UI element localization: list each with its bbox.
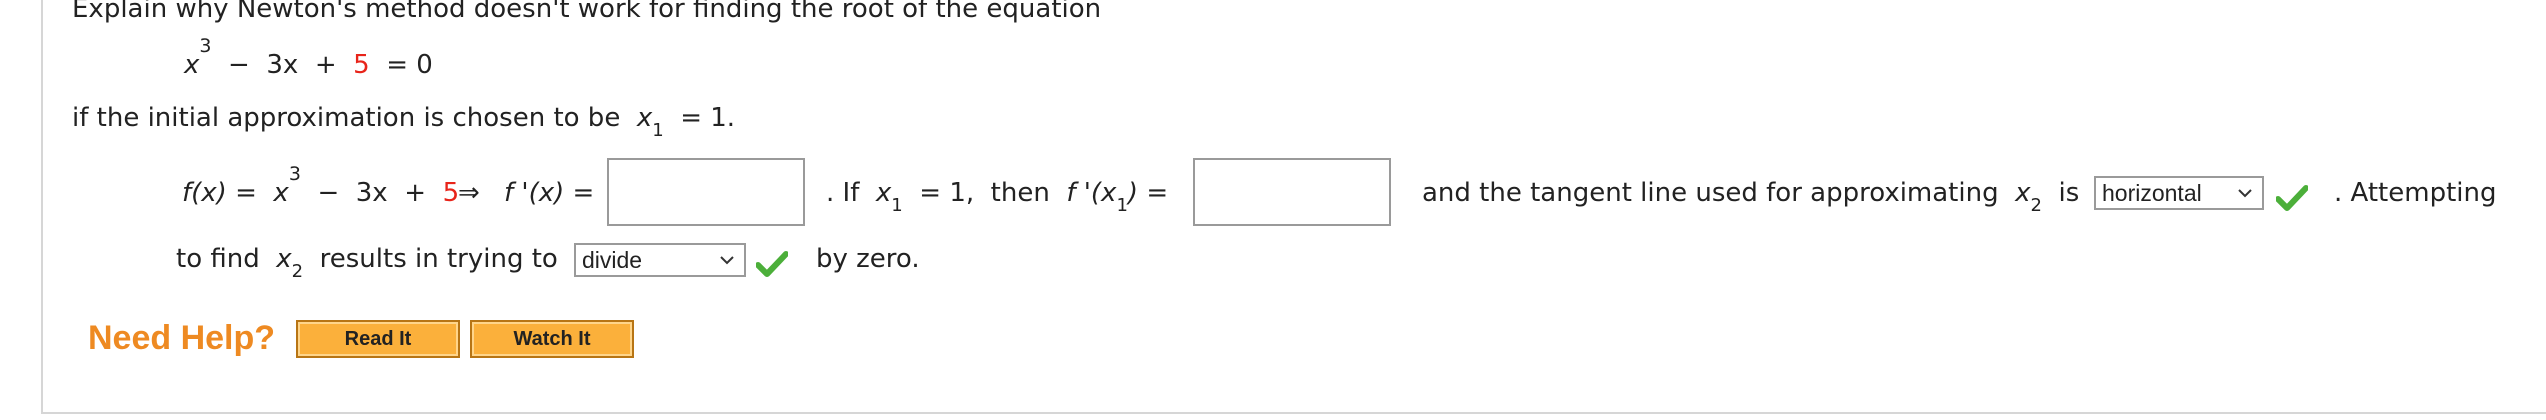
check-icon [2276, 185, 2308, 211]
equation: x3 − 3x + 5 = 0 [184, 35, 433, 81]
equation-constant: 5 [353, 50, 370, 80]
action-select-value: divide [582, 247, 643, 273]
chevron-down-icon [2238, 189, 2252, 198]
action-select[interactable]: divide [574, 243, 746, 277]
fx-definition: f(x) = x3 − 3x + 5 [182, 163, 460, 209]
read-it-button[interactable]: Read It [296, 320, 460, 358]
attempting-text: . Attempting [2334, 178, 2497, 208]
watch-it-button[interactable]: Watch It [470, 320, 634, 358]
chevron-down-icon [720, 256, 734, 265]
tangent-select-value: horizontal [2102, 180, 2202, 206]
fx-constant: 5 [442, 178, 460, 208]
fprime-answer-input[interactable] [607, 158, 805, 226]
need-help-label: Need Help? [88, 319, 276, 357]
by-zero-text: by zero. [816, 244, 920, 274]
if-x1-text: . If x1 = 1, then f '(x1) = [826, 178, 1169, 216]
check-icon [756, 251, 788, 277]
question-prompt: Explain why Newton's method doesn't work… [72, 0, 1102, 24]
initial-condition: if the initial approximation is chosen t… [72, 103, 736, 141]
tangent-text: and the tangent line used for approximat… [1422, 178, 2080, 216]
implies-arrow: ⇒ [458, 178, 480, 208]
tangent-select[interactable]: horizontal [2094, 176, 2264, 210]
find-x2-text: to find x2 results in trying to [176, 244, 558, 282]
fprime-x1-answer-input[interactable] [1193, 158, 1391, 226]
fprime-label: f '(x) = [504, 178, 595, 208]
